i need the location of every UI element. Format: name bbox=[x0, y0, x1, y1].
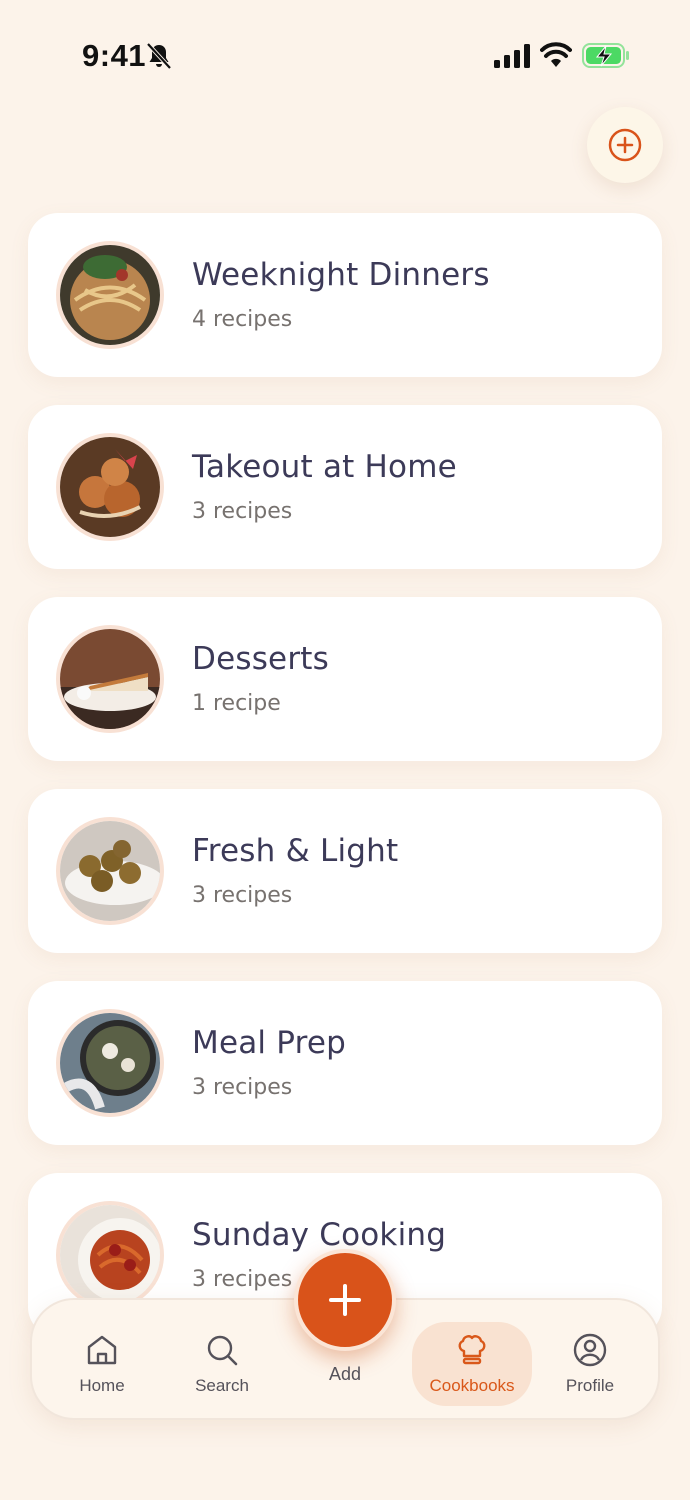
cookbook-thumbnail bbox=[56, 1201, 164, 1309]
tab-home[interactable]: Home bbox=[47, 1300, 157, 1422]
cookbook-thumbnail bbox=[56, 817, 164, 925]
cookbook-thumbnail bbox=[56, 433, 164, 541]
status-bar: 9:41 bbox=[0, 0, 690, 112]
bell-off-icon bbox=[146, 42, 172, 70]
tab-label: Home bbox=[79, 1376, 125, 1395]
tab-label: Profile bbox=[565, 1376, 615, 1395]
cookbook-title: Weeknight Dinners bbox=[192, 257, 490, 293]
recipe-count: 3 recipes bbox=[192, 1267, 293, 1292]
tab-cookbooks[interactable]: Cookbooks bbox=[417, 1300, 527, 1422]
cookbook-card-takeout-at-home[interactable]: Takeout at Home 3 recipes bbox=[28, 405, 662, 569]
recipe-count: 3 recipes bbox=[192, 883, 293, 908]
cookbook-card-meal-prep[interactable]: Meal Prep 3 recipes bbox=[28, 981, 662, 1145]
tab-profile[interactable]: Profile bbox=[535, 1300, 645, 1422]
cookbook-title: Sunday Cooking bbox=[192, 1217, 447, 1253]
cookbook-title: Desserts bbox=[192, 641, 329, 677]
tab-label: Cookbooks bbox=[429, 1376, 515, 1395]
new-cookbook-button[interactable] bbox=[587, 107, 663, 183]
battery-charging-icon bbox=[582, 43, 629, 68]
status-time: 9:41 bbox=[82, 38, 147, 73]
cookbook-card-fresh-and-light[interactable]: Fresh & Light 3 recipes bbox=[28, 789, 662, 953]
add-recipe-fab[interactable] bbox=[294, 1249, 396, 1351]
search-icon bbox=[207, 1335, 238, 1366]
tab-label: Search bbox=[195, 1376, 249, 1395]
recipe-count: 4 recipes bbox=[192, 307, 293, 332]
recipe-count: 3 recipes bbox=[192, 1075, 293, 1100]
cookbook-thumbnail bbox=[56, 625, 164, 733]
tab-search[interactable]: Search bbox=[167, 1300, 277, 1422]
plus-circle-icon bbox=[608, 128, 642, 162]
add-tab-label: Add bbox=[328, 1364, 362, 1384]
signal-icon bbox=[494, 44, 530, 68]
home-icon bbox=[87, 1335, 117, 1365]
cookbook-title: Takeout at Home bbox=[192, 449, 457, 485]
plus-icon bbox=[329, 1284, 361, 1316]
cookbook-card-weeknight-dinners[interactable]: Weeknight Dinners 4 recipes bbox=[28, 213, 662, 377]
cookbook-card-desserts[interactable]: Desserts 1 recipe bbox=[28, 597, 662, 761]
cookbook-title: Fresh & Light bbox=[192, 833, 399, 869]
cookbook-thumbnail bbox=[56, 1009, 164, 1117]
cookbook-title: Meal Prep bbox=[192, 1025, 347, 1061]
cookbook-thumbnail bbox=[56, 241, 164, 349]
profile-icon bbox=[573, 1333, 607, 1367]
recipe-count: 1 recipe bbox=[192, 691, 281, 716]
chef-hat-icon bbox=[458, 1335, 486, 1365]
wifi-icon bbox=[540, 42, 572, 67]
recipe-count: 3 recipes bbox=[192, 499, 293, 524]
